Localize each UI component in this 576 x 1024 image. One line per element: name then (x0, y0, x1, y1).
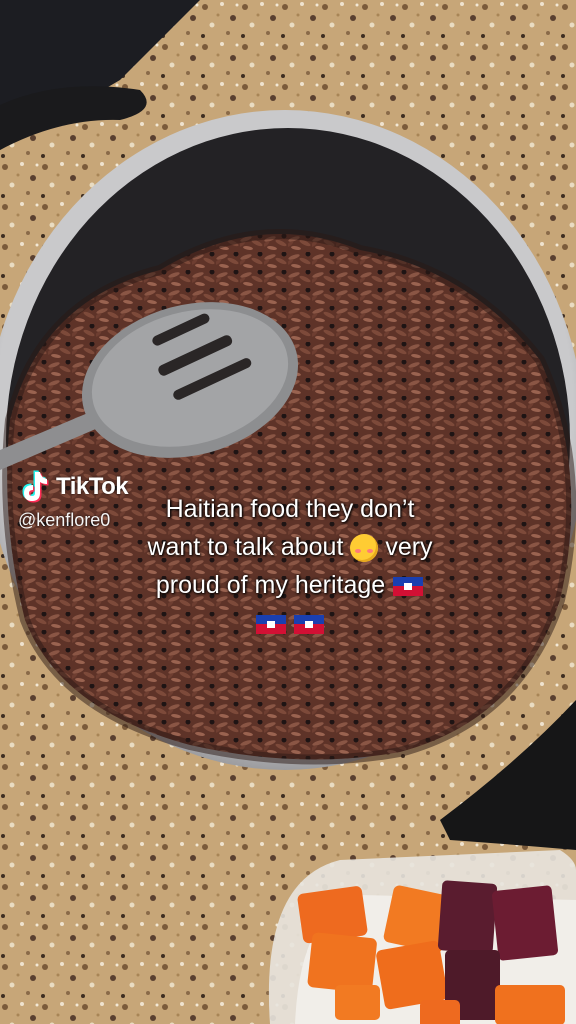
caption-line-3-text: proud of my heritage (155, 571, 386, 599)
haiti-flag-icon (294, 614, 325, 634)
caption-line-3: proud of my heritage (100, 566, 480, 604)
haiti-flag-icon (393, 576, 424, 596)
caption-line-2: want to talk about very (100, 528, 480, 566)
smiling-face-with-hearts-icon (350, 534, 379, 563)
caption-line-1: Haitian food they don’t (165, 495, 415, 523)
caption-line-4 (100, 604, 480, 642)
tiktok-logo-icon (22, 470, 49, 503)
caption-line-2-end: very (385, 533, 433, 561)
haiti-flag-icon (255, 614, 286, 634)
caption-line-2-start: want to talk about (147, 533, 344, 561)
video-caption: Haitian food they don’t want to talk abo… (100, 490, 480, 642)
